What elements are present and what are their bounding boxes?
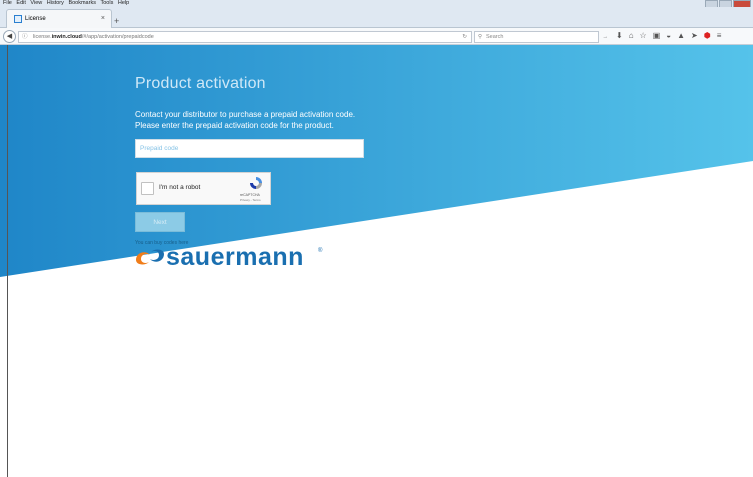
search-bar[interactable]: ⚲ Search → (474, 31, 608, 43)
url-text: license.inwin.cloud/#/app/activation/pre… (33, 34, 154, 40)
reload-icon[interactable]: ↻ (462, 32, 467, 42)
menu-edit[interactable]: Edit (16, 0, 25, 6)
recaptcha-terms-link[interactable]: Privacy - Terms (240, 198, 261, 202)
back-button[interactable]: ◀ (3, 30, 16, 43)
site-info-icon[interactable]: ⓘ (22, 32, 28, 42)
send-icon[interactable]: ➤ (691, 30, 698, 42)
menu-view[interactable]: View (30, 0, 42, 6)
url-bar[interactable]: ⓘ license.inwin.cloud/#/app/activation/p… (18, 31, 472, 43)
sauermann-logo: sauermann ® (134, 243, 324, 271)
recaptcha-label: I'm not a robot (159, 184, 201, 191)
tab-close-icon[interactable]: × (101, 10, 105, 28)
search-go-icon[interactable]: → (603, 32, 609, 42)
tab-license[interactable]: License × (6, 9, 112, 28)
brand-wordmark: sauermann (166, 243, 304, 271)
description-line-2: Please enter the prepaid activation code… (135, 121, 334, 130)
pocket-icon[interactable]: ◒ (666, 30, 671, 42)
navigation-bar: ◀ ⓘ license.inwin.cloud/#/app/activation… (0, 28, 753, 45)
menu-bar: File Edit View History Bookmarks Tools H… (0, 0, 753, 8)
menu-help[interactable]: Help (118, 0, 129, 6)
left-border (7, 45, 8, 477)
page-content: Product activation Contact your distribu… (0, 45, 753, 477)
menu-file[interactable]: File (3, 0, 12, 6)
bookmark-star-icon[interactable]: ☆ (640, 30, 647, 42)
home-icon[interactable]: ⌂ (629, 30, 634, 42)
recaptcha-checkbox[interactable] (141, 182, 154, 195)
search-placeholder: Search (486, 34, 504, 40)
tab-strip: License × + (0, 7, 753, 28)
search-icon: ⚲ (478, 34, 483, 40)
next-button[interactable]: Next (135, 212, 185, 232)
page-favicon-icon (14, 15, 22, 23)
menu-history[interactable]: History (47, 0, 64, 6)
recaptcha-logo-icon (250, 177, 262, 189)
toolbar-icons: ⬇ ⌂ ☆ ▣ ◒ ▲ ➤ ⬢ ≡ (616, 30, 721, 42)
download-icon[interactable]: ⬇ (616, 30, 623, 42)
description-line-1: Contact your distributor to purchase a p… (135, 110, 356, 119)
extension-icon[interactable]: ▲ (677, 30, 685, 42)
menu-bookmarks[interactable]: Bookmarks (68, 0, 96, 6)
menu-tools[interactable]: Tools (100, 0, 113, 6)
blue-background (0, 45, 753, 277)
recaptcha-brand: reCAPTCHA (240, 193, 260, 197)
activation-description: Contact your distributor to purchase a p… (135, 109, 355, 131)
reading-list-icon[interactable]: ▣ (653, 30, 661, 42)
tab-title: License (25, 16, 46, 22)
new-tab-button[interactable]: + (114, 16, 119, 26)
window-controls (705, 0, 751, 8)
prepaid-code-input[interactable] (135, 139, 364, 158)
registered-mark: ® (318, 248, 323, 254)
menu-icon[interactable]: ≡ (717, 30, 722, 42)
recaptcha-widget: I'm not a robot reCAPTCHA Privacy - Term… (136, 172, 271, 205)
page-title: Product activation (135, 75, 266, 92)
adblock-icon[interactable]: ⬢ (704, 30, 711, 42)
sauermann-mark-icon (136, 249, 164, 265)
